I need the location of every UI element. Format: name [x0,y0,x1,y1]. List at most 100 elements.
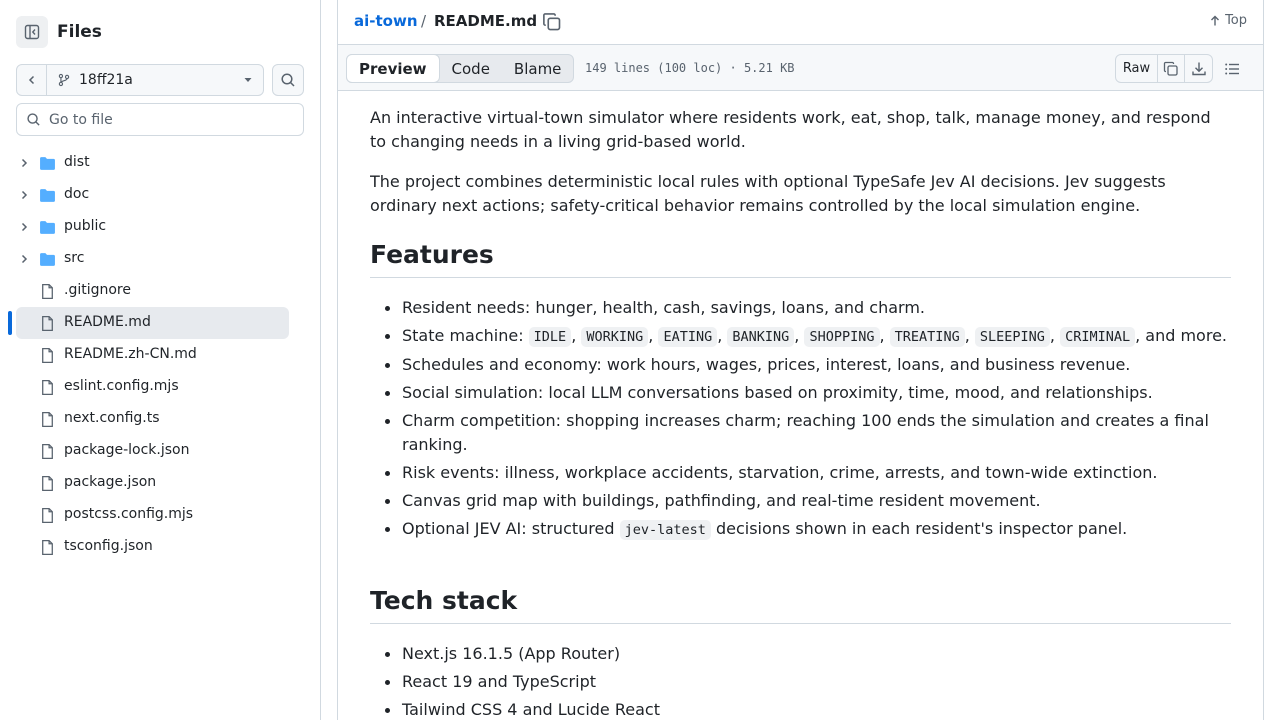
features-list: Resident needs: hunger, health, cash, sa… [385,296,1231,546]
file-icon [42,507,53,524]
list-item: React 19 and TypeScript [385,670,1231,694]
list-item-text: State machine: [402,326,529,345]
file-tree: dist doc public src .gitignore README.md [0,147,321,563]
search-icon [281,73,295,87]
tree-item-label: eslint.config.mjs [64,378,179,394]
copy-raw-button[interactable] [1158,55,1185,82]
active-row-background [16,307,289,339]
tree-item-tsconfig[interactable]: tsconfig.json [0,531,321,563]
file-meta: 149 lines (100 loc) · 5.21 KB [585,61,795,75]
sidebar-title: Files [57,22,102,42]
chevron-right-icon [21,222,28,232]
tech-stack-list: Next.js 16.1.5 (App Router) React 19 and… [385,642,1231,720]
breadcrumb-repo-link[interactable]: ai-town [354,12,418,30]
folder-icon [40,221,55,234]
tree-item-package-lock[interactable]: package-lock.json [0,435,321,467]
tree-item-dist[interactable]: dist [0,147,321,179]
download-icon [1191,62,1206,75]
download-button[interactable] [1185,55,1212,82]
file-toolbar: Preview Code Blame 149 lines (100 loc) ·… [338,44,1263,91]
tree-item-gitignore[interactable]: .gitignore [0,275,321,307]
tree-item-label: tsconfig.json [64,538,153,554]
file-tree-sidebar: Files 18ff21a dist doc [0,0,321,720]
features-heading: Features [370,240,1231,278]
raw-button[interactable]: Raw [1116,55,1158,82]
folder-icon [40,253,55,266]
chevron-left-icon [28,75,34,85]
back-button[interactable] [17,65,47,95]
branch-name: 18ff21a [79,72,133,88]
top-label: Top [1225,13,1247,28]
list-item: Resident needs: hunger, health, cash, sa… [385,296,1231,320]
search-files-button[interactable] [272,64,304,96]
go-to-file-field[interactable] [16,103,304,136]
file-viewer: ai-town / README.md Top Preview Code Bla… [337,0,1264,720]
file-actions: Raw [1115,54,1213,83]
file-icon [42,315,53,332]
tab-blame[interactable]: Blame [502,55,574,82]
list-item: Next.js 16.1.5 (App Router) [385,642,1231,666]
file-icon [42,347,53,364]
tree-item-eslint[interactable]: eslint.config.mjs [0,371,321,403]
arrow-up-icon [1211,15,1220,25]
branch-row: 18ff21a [16,64,304,96]
collapse-sidebar-button[interactable] [16,16,48,48]
list-unordered-icon [1225,63,1239,75]
copy-path-icon[interactable] [542,12,562,32]
list-item: Risk events: illness, workplace accident… [385,461,1231,485]
tree-item-next-config[interactable]: next.config.ts [0,403,321,435]
active-indicator [8,311,12,335]
file-icon [42,411,53,428]
tree-item-label: README.zh-CN.md [64,346,197,362]
tree-item-postcss[interactable]: postcss.config.mjs [0,499,321,531]
list-item: Charm competition: shopping increases ch… [385,409,1231,457]
tree-item-label: package-lock.json [64,442,190,458]
state-code: BANKING [727,327,795,347]
breadcrumb-separator: / [421,12,427,30]
outline-button[interactable] [1220,58,1244,80]
state-code: SHOPPING [804,327,880,347]
tree-item-label: package.json [64,474,157,490]
file-icon [42,475,53,492]
sidebar-collapse-icon [24,24,40,40]
tree-item-public[interactable]: public [0,211,321,243]
list-item-text: Optional JEV AI: structured [402,519,620,538]
tree-item-doc[interactable]: doc [0,179,321,211]
list-item-text: decisions shown in each resident's inspe… [710,519,1128,538]
tree-item-src[interactable]: src [0,243,321,275]
breadcrumb: ai-town / README.md Top [338,0,1263,44]
tree-item-package-json[interactable]: package.json [0,467,321,499]
breadcrumb-file-name: README.md [434,12,538,30]
folder-icon [40,189,55,202]
branch-selector[interactable]: 18ff21a [47,65,263,95]
sidebar-header: Files [16,16,102,48]
copy-icon [1163,61,1178,76]
tree-item-readme[interactable]: README.md [0,307,321,339]
search-icon [27,113,40,126]
tab-preview[interactable]: Preview [346,54,440,83]
tree-item-label: .gitignore [64,282,131,298]
top-button[interactable]: Top [1209,13,1247,28]
readme-content: An interactive virtual-town simulator wh… [370,91,1231,720]
inline-code: jev-latest [619,520,711,540]
view-mode-tabs: Preview Code Blame [346,54,575,83]
list-item: Tailwind CSS 4 and Lucide React [385,698,1231,720]
state-code: TREATING [889,327,965,347]
tech-stack-heading: Tech stack [370,586,1231,624]
file-icon [42,443,53,460]
go-to-file-input[interactable] [49,111,279,128]
list-item-text: , and more. [1135,326,1227,345]
state-code: SLEEPING [974,327,1050,347]
list-item: Schedules and economy: work hours, wages… [385,353,1231,377]
list-item: Social simulation: local LLM conversatio… [385,381,1231,405]
state-code: CRIMINAL [1060,327,1136,347]
file-icon [42,379,53,396]
tree-item-label: doc [64,186,90,202]
tree-item-readme-zh[interactable]: README.zh-CN.md [0,339,321,371]
folder-icon [40,157,55,170]
intro-paragraph: An interactive virtual-town simulator wh… [370,108,1211,151]
chevron-right-icon [21,254,28,264]
list-item: Canvas grid map with buildings, pathfind… [385,489,1231,513]
tree-item-label: postcss.config.mjs [64,506,194,522]
tab-code[interactable]: Code [440,55,502,82]
